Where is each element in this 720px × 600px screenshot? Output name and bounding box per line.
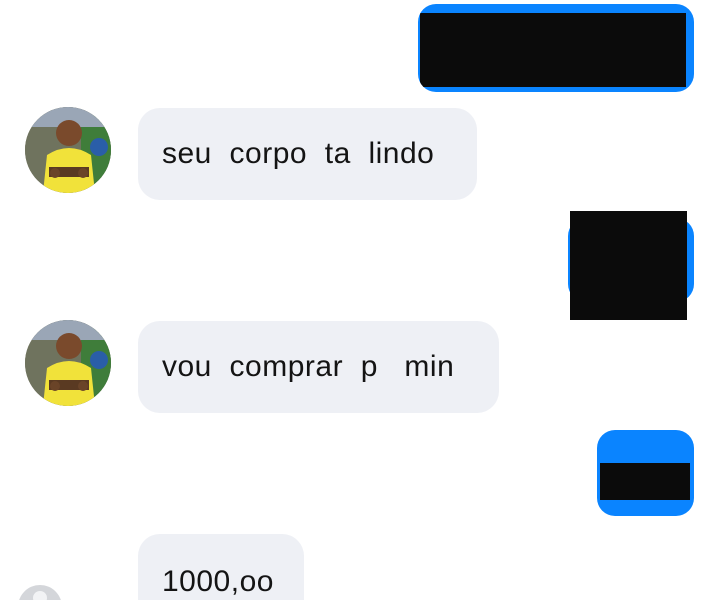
contact-avatar-icon [25,107,111,193]
redaction-block [420,13,686,87]
contact-avatar-icon [25,320,111,406]
incoming-message-bubble[interactable]: vou comprar p min [138,321,499,413]
contact-avatar-placeholder[interactable] [18,585,62,600]
redaction-block [570,211,687,320]
outgoing-message-bubble[interactable] [418,4,694,92]
outgoing-message-bubble[interactable] [597,430,694,516]
message-text: seu corpo ta lindo [162,137,435,170]
message-text: 1000,oo [162,565,274,598]
message-text: vou comprar p min [162,350,455,383]
contact-avatar[interactable] [25,320,111,406]
redaction-block [600,463,690,500]
chat-thread: seu corpo ta lindo vou comprar p min 100… [0,0,720,600]
contact-avatar[interactable] [25,107,111,193]
incoming-message-bubble[interactable]: seu corpo ta lindo [138,108,477,200]
incoming-message-bubble[interactable]: 1000,oo [138,534,304,600]
